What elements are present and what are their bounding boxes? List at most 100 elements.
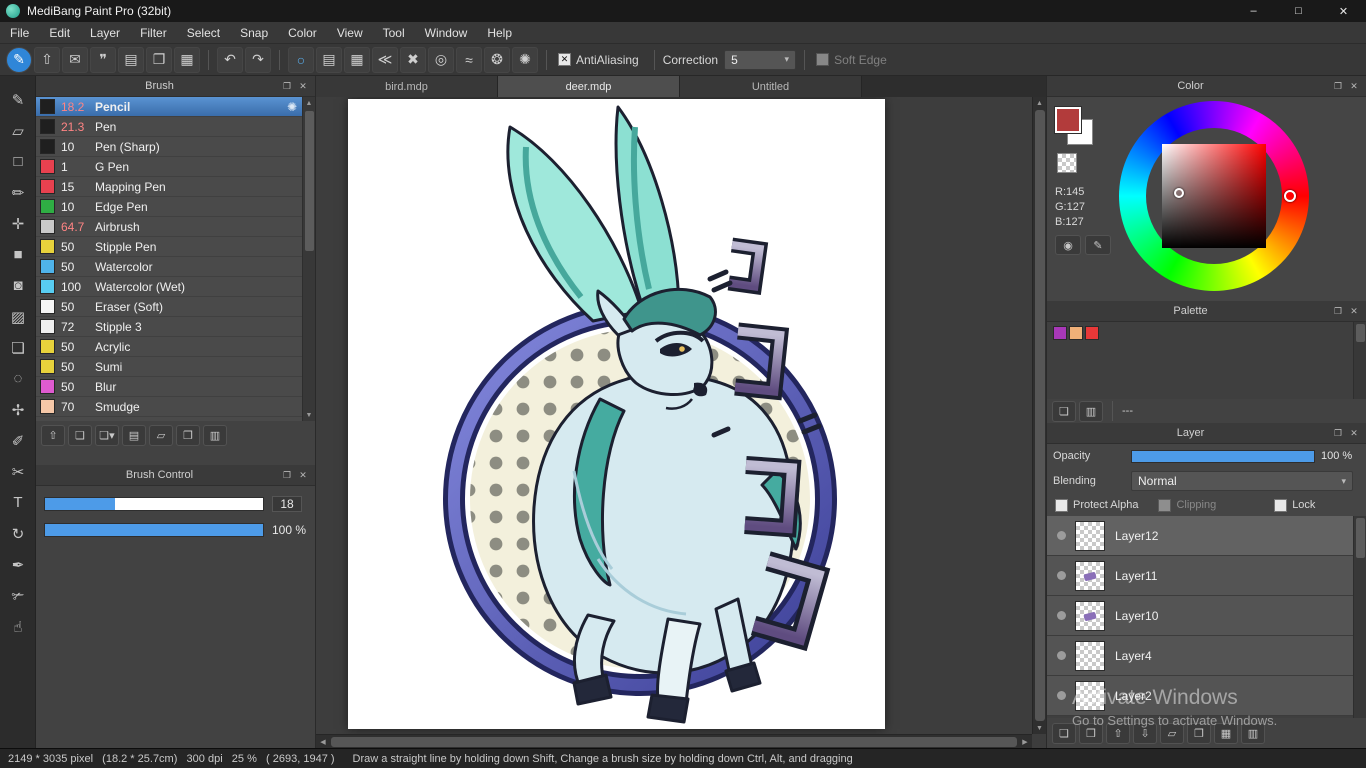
snap-off-icon[interactable]: ○ <box>288 46 314 73</box>
add-brush-menu-icon[interactable]: ❏▾ <box>95 424 119 446</box>
eyedropper-tool[interactable]: ✒ <box>0 549 36 580</box>
popout-icon[interactable]: ❐ <box>279 81 295 92</box>
move-layer-down-icon[interactable]: ⇩ <box>1133 722 1157 744</box>
close-icon[interactable]: ✕ <box>1346 306 1362 317</box>
brush-item[interactable]: 50 Eraser (Soft) ✺ <box>36 297 303 317</box>
minimize-button[interactable]: – <box>1231 0 1276 22</box>
redo-icon[interactable]: ↷ <box>245 46 271 73</box>
close-icon[interactable]: ✕ <box>1346 81 1362 92</box>
brush-list-scrollbar[interactable]: ▲ ▼ <box>302 97 315 421</box>
layer-item[interactable]: Layer2 <box>1047 676 1354 716</box>
brush-item[interactable]: 50 Watercolor ✺ <box>36 257 303 277</box>
select-pen-tool[interactable]: ✐ <box>0 425 36 456</box>
menu-item[interactable]: Select <box>177 26 230 40</box>
layer-item[interactable]: Layer4 <box>1047 636 1354 676</box>
layer-item[interactable]: Layer12 <box>1047 516 1354 556</box>
popout-icon[interactable]: ❐ <box>279 470 295 481</box>
menu-item[interactable]: Snap <box>230 26 278 40</box>
layer-list-scrollbar[interactable] <box>1353 516 1366 718</box>
add-color-icon[interactable]: ❏ <box>1052 400 1076 422</box>
select-tool[interactable]: ❏ <box>0 332 36 363</box>
layer-folder-icon[interactable]: ▱ <box>1160 722 1184 744</box>
add-layer-menu-icon[interactable]: ❒ <box>1079 722 1103 744</box>
popout-icon[interactable]: ❐ <box>1330 428 1346 439</box>
brush-item[interactable]: 50 Stipple Pen ✺ <box>36 237 303 257</box>
layer-item[interactable]: Layer10 <box>1047 596 1354 636</box>
menu-item[interactable]: Edit <box>39 26 80 40</box>
close-icon[interactable]: ✕ <box>295 81 311 92</box>
gradient-tool[interactable]: ▨ <box>0 301 36 332</box>
copy-document-icon[interactable]: ❐ <box>146 46 172 73</box>
menu-item[interactable]: Color <box>278 26 327 40</box>
brush-item[interactable]: 50 Blur ✺ <box>36 377 303 397</box>
text-tool[interactable]: T <box>0 487 36 518</box>
brush-tool[interactable]: ✎ <box>0 84 36 115</box>
menu-item[interactable]: Filter <box>130 26 177 40</box>
move-layer-up-icon[interactable]: ⇧ <box>1106 722 1130 744</box>
foreground-color-swatch[interactable] <box>1054 106 1082 134</box>
menu-item[interactable]: Help <box>477 26 522 40</box>
palette-scrollbar[interactable] <box>1353 322 1366 399</box>
popout-icon[interactable]: ❐ <box>1330 306 1346 317</box>
brush-opacity-slider[interactable] <box>44 523 264 537</box>
hand-tool[interactable]: ☝ <box>0 611 36 642</box>
cloud-brush-icon[interactable]: ⇧ <box>41 424 65 446</box>
brush-item[interactable]: 21.3 Pen ✺ <box>36 117 303 137</box>
brush-item[interactable]: 50 Sumi ✺ <box>36 357 303 377</box>
canvas-vertical-scrollbar[interactable]: ▲ ▼ <box>1032 97 1046 734</box>
duplicate-brush-icon[interactable]: ❐ <box>176 424 200 446</box>
saturation-value-square[interactable] <box>1162 144 1266 248</box>
layer-visibility-dot[interactable] <box>1057 691 1066 700</box>
snap-vanishing-icon[interactable]: ≪ <box>372 46 398 73</box>
brush-item[interactable]: 50 Acrylic ✺ <box>36 337 303 357</box>
divide-tool[interactable]: ✃ <box>0 580 36 611</box>
fill-tool[interactable]: ■ <box>0 239 36 270</box>
brush-item[interactable]: 18.2 Pencil ✺ <box>36 97 303 117</box>
brush-item[interactable]: 70 Smudge ✺ <box>36 397 303 417</box>
scroll-up-icon[interactable]: ▲ <box>303 97 316 109</box>
correction-dropdown[interactable]: 5 ▾ <box>724 49 797 70</box>
color-wheel[interactable] <box>1119 101 1309 291</box>
antialiasing-checkbox[interactable]: ✕ <box>558 53 571 66</box>
layer-thumbnail[interactable] <box>1075 520 1105 551</box>
delete-layer-icon[interactable]: ▥ <box>1241 722 1265 744</box>
brush-item[interactable]: 64.7 Airbrush ✺ <box>36 217 303 237</box>
palette-swatch[interactable] <box>1053 326 1067 340</box>
settings-icon[interactable]: ✺ <box>512 46 538 73</box>
scrollbar-thumb[interactable] <box>304 111 314 251</box>
scroll-down-icon[interactable]: ▼ <box>1033 722 1047 734</box>
hue-ring-marker[interactable] <box>1284 190 1296 202</box>
dot-tool[interactable]: ✏ <box>0 177 36 208</box>
clipping-checkbox[interactable] <box>1158 498 1172 512</box>
panel-layout-icon[interactable]: ▦ <box>174 46 200 73</box>
canvas-horizontal-scrollbar[interactable]: ◀ ▶ <box>316 734 1032 748</box>
soft-edge-checkbox[interactable] <box>816 53 830 66</box>
delete-color-icon[interactable]: ▥ <box>1079 400 1103 422</box>
operation-tool[interactable]: ↻ <box>0 518 36 549</box>
document-tab[interactable]: deer.mdp <box>498 76 680 97</box>
snap-grid-icon[interactable]: ▦ <box>344 46 370 73</box>
brush-item[interactable]: 1 G Pen ✺ <box>36 157 303 177</box>
scroll-left-icon[interactable]: ◀ <box>316 736 330 748</box>
layer-opacity-slider[interactable] <box>1131 449 1315 463</box>
scrollbar-thumb[interactable] <box>1355 518 1365 558</box>
layer-thumbnail[interactable] <box>1075 680 1105 711</box>
popout-icon[interactable]: ❐ <box>1330 81 1346 92</box>
layer-thumbnail[interactable] <box>1075 640 1105 671</box>
layer-thumbnail[interactable] <box>1075 600 1105 631</box>
menu-item[interactable]: File <box>0 26 39 40</box>
scrollbar-thumb[interactable] <box>1034 110 1045 721</box>
document-tab[interactable]: Untitled <box>680 76 862 97</box>
protect-alpha-checkbox[interactable] <box>1055 498 1068 512</box>
chat-icon[interactable]: ❞ <box>90 46 116 73</box>
snap-settings-icon[interactable]: ❂ <box>484 46 510 73</box>
magic-wand-tool[interactable]: ✢ <box>0 394 36 425</box>
close-button[interactable]: ✕ <box>1321 0 1366 22</box>
snap-cross-icon[interactable]: ✖ <box>400 46 426 73</box>
layer-thumbnail[interactable] <box>1075 560 1105 591</box>
scrollbar-thumb[interactable] <box>331 736 1017 747</box>
canvas-artwork[interactable] <box>348 99 885 729</box>
transparent-color-swatch[interactable] <box>1057 153 1077 173</box>
menu-item[interactable]: Layer <box>80 26 130 40</box>
brush-folder-icon[interactable]: ▱ <box>149 424 173 446</box>
